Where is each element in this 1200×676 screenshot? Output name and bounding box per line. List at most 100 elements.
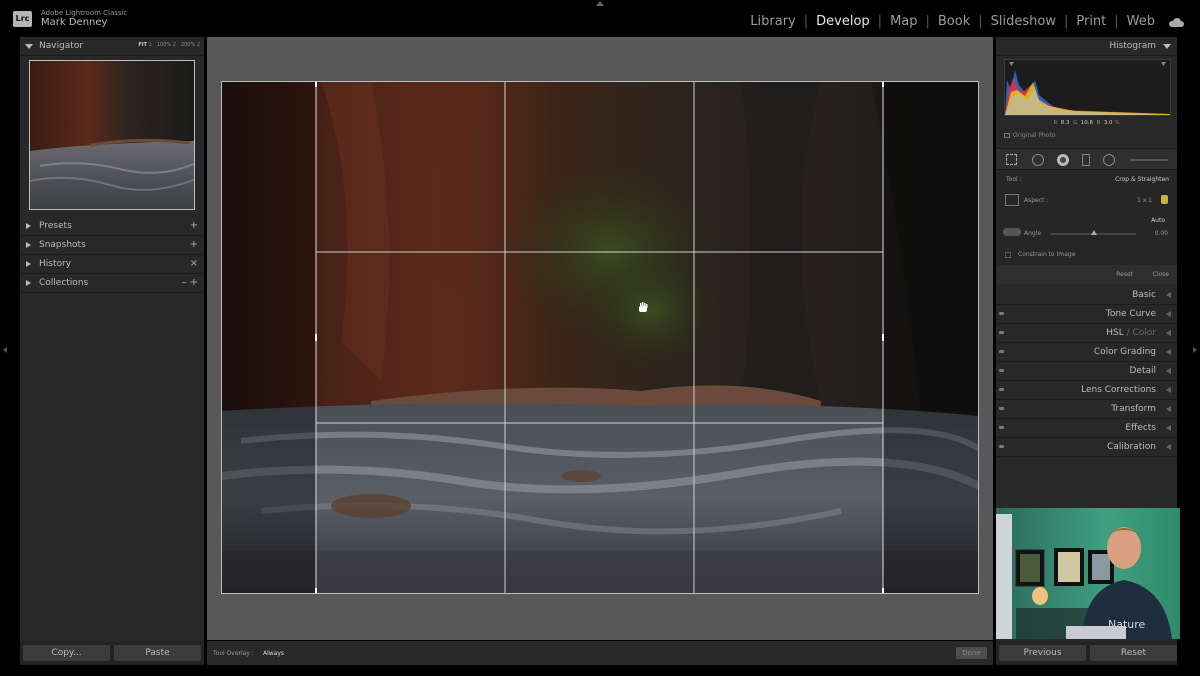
paste-button[interactable]: Paste (114, 645, 201, 661)
crop-close-button[interactable]: Close (1153, 271, 1169, 278)
section-basic[interactable]: Basic (996, 286, 1177, 305)
expand-triangle-icon (1166, 444, 1171, 450)
expand-triangle-icon (1166, 387, 1171, 393)
collections-header[interactable]: Collections – + (20, 274, 204, 293)
panel-switch-icon[interactable] (999, 426, 1004, 429)
zoom-fit[interactable]: FIT (138, 42, 147, 48)
add-preset-icon[interactable]: + (190, 220, 198, 231)
copy-button[interactable]: Copy... (23, 645, 110, 661)
panel-switch-icon[interactable] (999, 407, 1004, 410)
photo-canvas (207, 37, 993, 640)
histogram-header[interactable]: Histogram (996, 37, 1177, 56)
navigator-preview[interactable] (29, 60, 195, 210)
tool-label: Tool : (1006, 176, 1022, 183)
collapse-triangle-icon (25, 44, 33, 49)
presets-header[interactable]: Presets + (20, 217, 204, 236)
module-slideshow[interactable]: Slideshow (991, 14, 1056, 29)
angle-slider-thumb-icon[interactable] (1091, 230, 1097, 235)
right-panel-toggle-icon[interactable] (1193, 347, 1197, 353)
add-snapshot-icon[interactable]: + (190, 239, 198, 250)
radial-filter-icon[interactable] (1103, 154, 1115, 166)
expand-triangle-icon (1166, 425, 1171, 431)
expand-triangle-icon (1166, 292, 1171, 298)
panel-switch-icon[interactable] (999, 369, 1004, 372)
section-effects[interactable]: Effects (996, 419, 1177, 438)
b-value: 3.0 (1103, 120, 1113, 126)
crop-frame-icon[interactable] (1005, 194, 1019, 206)
panel-switch-icon[interactable] (999, 312, 1004, 315)
user-name[interactable]: Mark Denney (41, 17, 107, 28)
reset-button[interactable]: Reset (1090, 645, 1177, 661)
tool-strip (996, 148, 1177, 170)
tool-overlay-select[interactable]: Always (263, 650, 284, 657)
navigator-label: Navigator (39, 41, 84, 51)
panel-switch-icon[interactable] (999, 445, 1004, 448)
histogram-chart[interactable] (1004, 59, 1171, 116)
module-print[interactable]: Print (1076, 14, 1106, 29)
r-value: 8.3 (1060, 120, 1070, 126)
color-label[interactable]: / Color (1124, 328, 1156, 338)
brush-slider-icon[interactable] (1130, 159, 1168, 161)
section-color-grading[interactable]: Color Grading (996, 343, 1177, 362)
section-detail[interactable]: Detail (996, 362, 1177, 381)
collapse-triangle-icon (1163, 44, 1171, 49)
aspect-label: Aspect : (1024, 197, 1049, 204)
r-label: R (1053, 120, 1058, 126)
original-photo-label: Original Photo (1013, 132, 1056, 139)
left-panel-toggle-icon[interactable] (3, 347, 7, 353)
section-label: Detail (1129, 366, 1156, 376)
section-calibration[interactable]: Calibration (996, 438, 1177, 457)
aspect-select[interactable]: 1 x 1 (1137, 197, 1152, 204)
history-header[interactable]: History × (20, 255, 204, 274)
photo-with-crop-overlay[interactable] (221, 81, 979, 594)
angle-value[interactable]: 0.00 (1155, 230, 1168, 237)
module-develop[interactable]: Develop (816, 14, 870, 29)
expand-triangle-icon (26, 242, 31, 248)
snapshots-header[interactable]: Snapshots + (20, 236, 204, 255)
clear-history-icon[interactable]: × (190, 258, 198, 269)
original-photo-checkbox[interactable]: Original Photo (1004, 132, 1056, 139)
previous-button[interactable]: Previous (999, 645, 1086, 661)
zoom-200[interactable]: 200% (181, 42, 195, 48)
lock-icon[interactable] (1161, 195, 1168, 204)
crop-tool-icon[interactable] (1006, 154, 1017, 165)
b-label: B (1096, 120, 1101, 126)
red-eye-icon[interactable] (1057, 154, 1069, 166)
module-web[interactable]: Web (1127, 14, 1155, 29)
collection-actions-icon[interactable]: – + (181, 277, 198, 288)
expand-triangle-icon (1166, 406, 1171, 412)
section-tone-curve[interactable]: Tone Curve (996, 305, 1177, 324)
hsl-label[interactable]: HSL (1106, 328, 1124, 338)
zoom-100[interactable]: 100% (157, 42, 171, 48)
section-label: Basic (1132, 290, 1156, 300)
presets-label: Presets (39, 221, 72, 231)
tool-value: Crop & Straighten (1115, 176, 1169, 183)
straighten-tool-icon[interactable] (1003, 228, 1021, 236)
panel-switch-icon[interactable] (999, 350, 1004, 353)
module-map[interactable]: Map (890, 14, 917, 29)
zoom-200-number: 2 (196, 42, 200, 48)
graduated-filter-icon[interactable] (1082, 154, 1090, 166)
auto-button[interactable]: Auto (1151, 217, 1165, 224)
section-transform[interactable]: Transform (996, 400, 1177, 419)
navigator-header[interactable]: Navigator FIT 1 100% 2 200% 2 (20, 37, 204, 56)
top-panel-toggle-icon[interactable] (596, 1, 604, 6)
tool-overlay-label: Tool Overlay : (213, 650, 254, 657)
module-library[interactable]: Library (750, 14, 795, 29)
right-panel-footer: Previous Reset (996, 641, 1177, 665)
module-book[interactable]: Book (938, 14, 970, 29)
constrain-checkbox[interactable] (1005, 252, 1011, 258)
top-bar: Lrc Adobe Lightroom Classic Mark Denney … (0, 0, 1200, 36)
app-name: Adobe Lightroom Classic (41, 9, 128, 17)
panel-switch-icon[interactable] (999, 331, 1004, 334)
section-lens-corrections[interactable]: Lens Corrections (996, 381, 1177, 400)
panel-switch-icon[interactable] (999, 388, 1004, 391)
crop-reset-button[interactable]: Reset (1116, 271, 1133, 278)
percent-sign: % (1114, 120, 1120, 126)
expand-triangle-icon (1166, 311, 1171, 317)
cloud-sync-icon[interactable] (1169, 17, 1184, 27)
done-button[interactable]: Done (956, 647, 987, 659)
expand-triangle-icon (1166, 368, 1171, 374)
section-hsl-color[interactable]: HSL / Color (996, 324, 1177, 343)
spot-removal-icon[interactable] (1032, 154, 1044, 166)
